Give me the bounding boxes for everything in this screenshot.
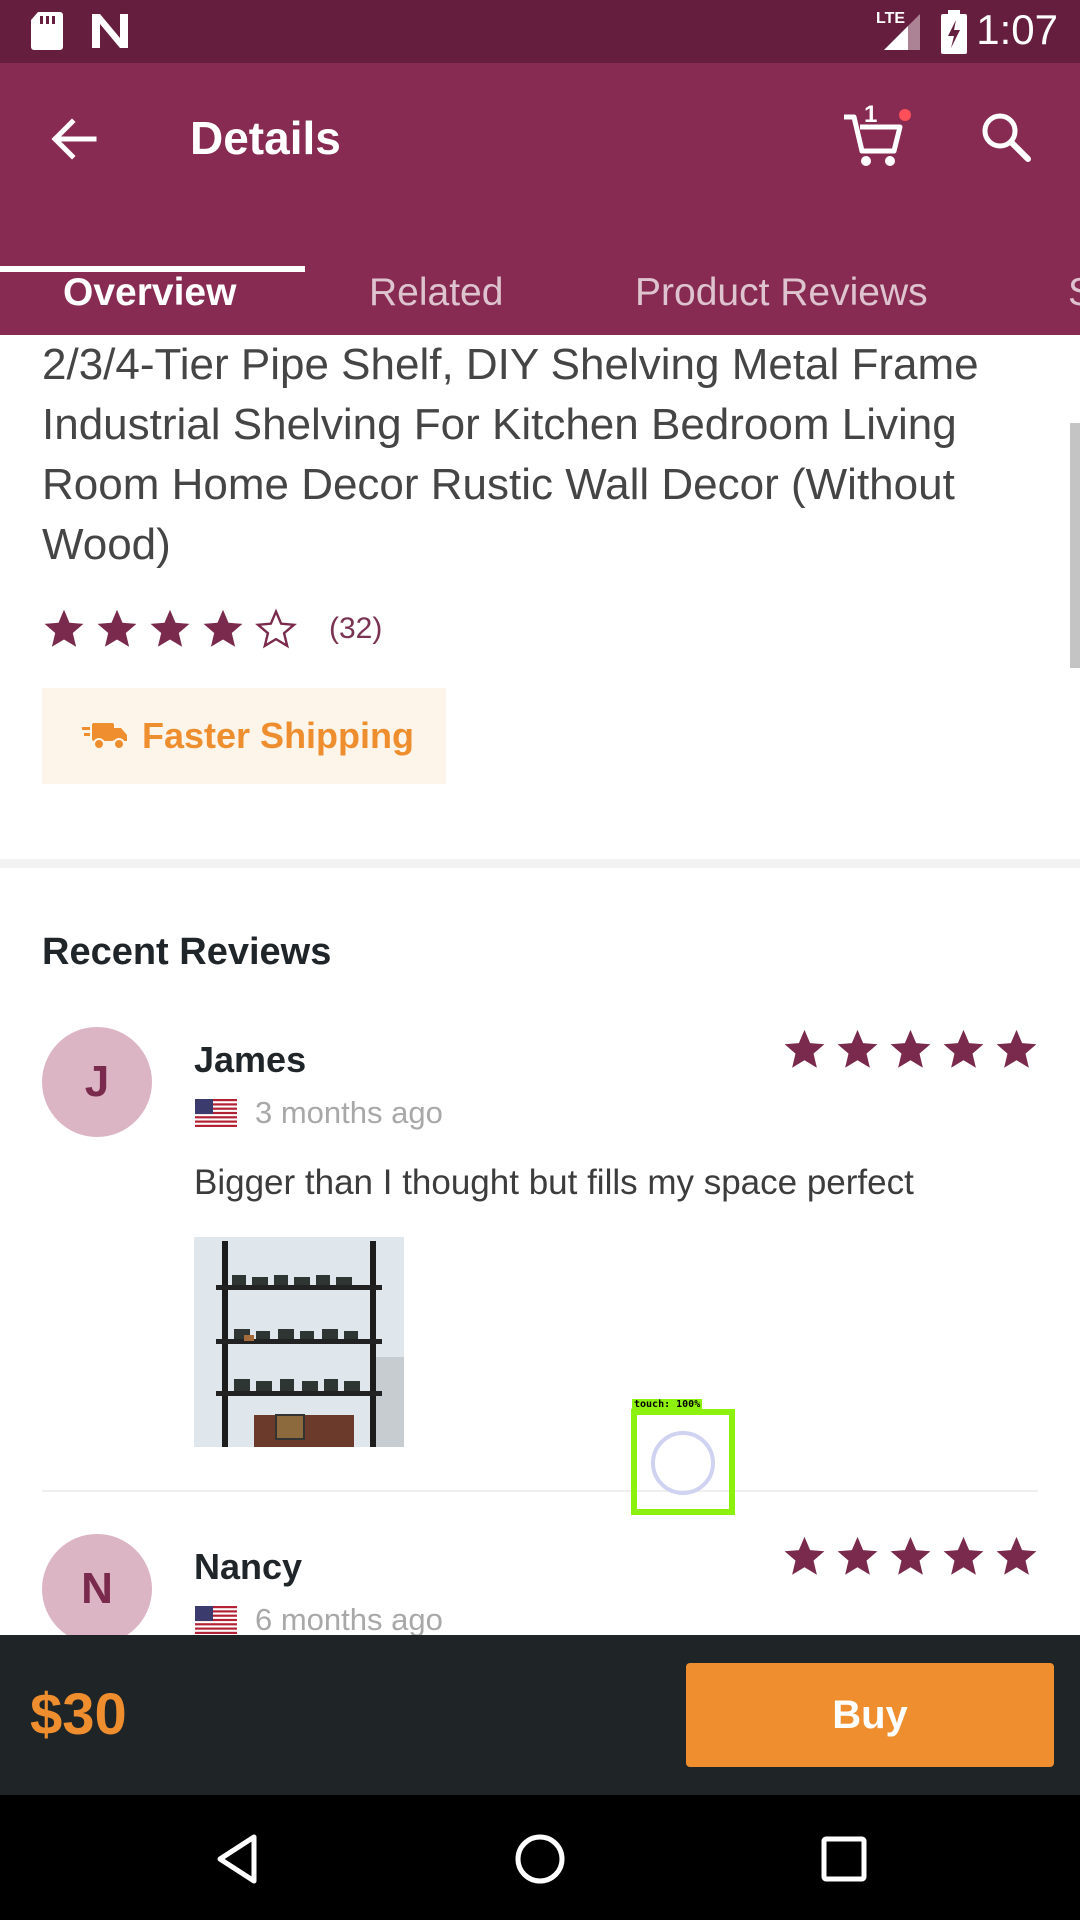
- rating-count: (32): [329, 612, 383, 645]
- lte-signal-icon: [884, 14, 920, 50]
- star-filled-icon: [784, 1029, 825, 1068]
- star-filled-icon: [203, 609, 243, 647]
- review-photo[interactable]: [194, 1237, 404, 1447]
- review-stars: [782, 1534, 1047, 1579]
- star-outline-icon: [255, 608, 297, 649]
- product-rating[interactable]: (32): [42, 607, 382, 651]
- product-title: 2/3/4-Tier Pipe Shelf, DIY Shelving Meta…: [42, 340, 979, 569]
- star-filled-icon: [784, 1536, 825, 1575]
- buy-bar: $30 Buy: [0, 1635, 1080, 1795]
- star-filled-icon: [890, 1536, 931, 1575]
- app-bar: Details 1 Overview Related Product Revie…: [0, 63, 1080, 335]
- buy-button[interactable]: Buy: [686, 1663, 1054, 1767]
- truck-icon: [82, 723, 127, 750]
- cart-notification-dot: [899, 109, 911, 121]
- star-filled-icon: [44, 609, 84, 647]
- star-filled-icon: [890, 1029, 931, 1068]
- tab-indicator: [0, 266, 305, 272]
- review-item: N Nancy 6 months ago: [0, 1534, 1080, 1635]
- star-filled-icon: [996, 1029, 1037, 1068]
- star-filled-icon: [837, 1536, 878, 1575]
- avatar: N: [42, 1534, 152, 1635]
- star-filled-icon: [150, 609, 190, 647]
- avatar: J: [42, 1027, 152, 1137]
- battery-charging-icon: [941, 10, 967, 54]
- tab-partial[interactable]: S: [1068, 271, 1080, 315]
- review-stars: [782, 1027, 1047, 1072]
- star-filled-icon: [837, 1029, 878, 1068]
- nav-home-icon[interactable]: [510, 1829, 570, 1889]
- review-text: Bigger than I thought but fills my space…: [194, 1163, 914, 1202]
- price: $30: [30, 1682, 127, 1747]
- tab-related[interactable]: Related: [369, 271, 503, 315]
- review-time: 3 months ago: [255, 1095, 443, 1130]
- tab-bar: Overview Related Product Reviews S: [0, 243, 1080, 335]
- overview-content[interactable]: 2/3/4-Tier Pipe Shelf, DIY Shelving Meta…: [0, 335, 1080, 1635]
- star-filled-icon: [943, 1536, 984, 1575]
- cart-count-badge: 1: [864, 101, 878, 128]
- back-arrow-icon[interactable]: [44, 109, 104, 169]
- faster-shipping-badge[interactable]: Faster Shipping: [42, 688, 446, 784]
- star-filled-icon: [943, 1029, 984, 1068]
- review-time: 6 months ago: [255, 1602, 443, 1635]
- tab-product-reviews[interactable]: Product Reviews: [635, 271, 928, 315]
- page-title: Details: [190, 112, 341, 164]
- faster-shipping-label: Faster Shipping: [142, 715, 415, 756]
- reviewer-name: James: [194, 1039, 307, 1080]
- recent-reviews-title: Recent Reviews: [42, 931, 332, 973]
- nav-back-icon[interactable]: [208, 1829, 268, 1889]
- sd-card-icon: [31, 12, 63, 50]
- tab-overview[interactable]: Overview: [63, 271, 236, 315]
- us-flag-icon: [195, 1099, 237, 1127]
- reviewer-name: Nancy: [194, 1546, 303, 1587]
- clock: 1:07: [976, 6, 1058, 53]
- star-filled-icon: [97, 609, 137, 647]
- scrollbar[interactable]: [1070, 423, 1080, 668]
- us-flag-icon: [195, 1606, 237, 1634]
- app-screen: LTE 1:07 Details 1 Overview Related Prod…: [0, 0, 1080, 1920]
- star-filled-icon: [996, 1536, 1037, 1575]
- search-icon[interactable]: [976, 107, 1036, 167]
- n-notification-icon: [92, 14, 128, 48]
- section-divider: [0, 859, 1080, 868]
- status-bar: LTE 1:07: [0, 0, 1080, 63]
- nav-recents-icon[interactable]: [814, 1829, 874, 1889]
- review-item: J James 3 months ago Bigger than I thoug…: [0, 1027, 1080, 1497]
- touch-indicator-circle: [651, 1431, 715, 1495]
- system-nav-bar: [0, 1795, 1080, 1920]
- review-separator: [42, 1490, 1038, 1492]
